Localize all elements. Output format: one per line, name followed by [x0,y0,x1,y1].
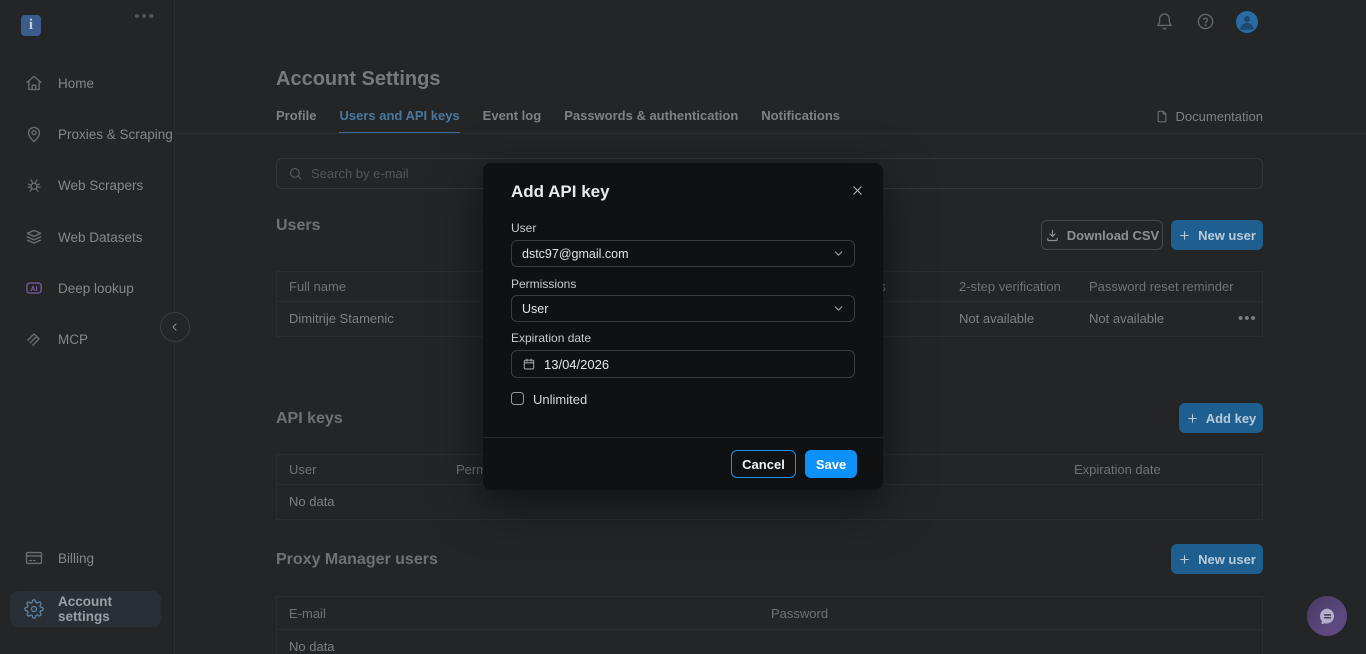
chevron-down-icon [832,247,845,260]
modal-footer-divider [483,437,883,438]
permissions-select-value: User [512,302,548,316]
close-icon[interactable] [850,183,866,199]
expiration-date-input[interactable]: 13/04/2026 [511,350,855,378]
chevron-down-icon [832,302,845,315]
save-button-label: Save [816,457,846,472]
user-select[interactable]: dstc97@gmail.com [511,240,855,267]
modal-title: Add API key [511,182,610,202]
unlimited-checkbox-label: Unlimited [533,392,587,407]
user-select-value: dstc97@gmail.com [512,247,628,261]
cancel-button[interactable]: Cancel [731,450,796,478]
unlimited-checkbox[interactable] [511,392,524,405]
add-api-key-modal: Add API key User dstc97@gmail.com Permis… [483,163,883,490]
expiration-date-value: 13/04/2026 [536,357,609,372]
calendar-icon [512,357,536,371]
expiration-field-label: Expiration date [511,331,591,345]
permissions-field-label: Permissions [511,277,576,291]
user-field-label: User [511,221,536,235]
save-button[interactable]: Save [805,450,857,478]
cancel-button-label: Cancel [742,457,785,472]
app-root: i ••• Home Proxies & Scraping Web Scrape… [0,0,1366,654]
permissions-select[interactable]: User [511,295,855,322]
